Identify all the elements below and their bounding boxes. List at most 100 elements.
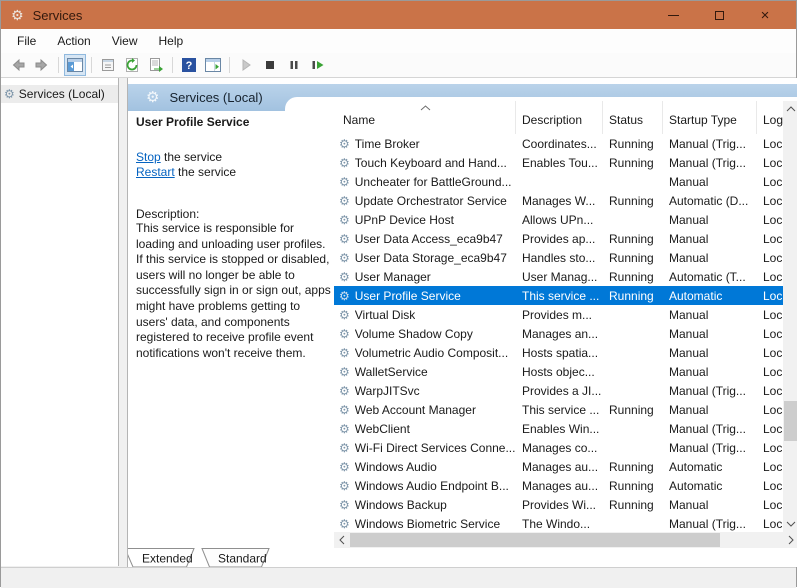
- description-text: This service is responsible for loading …: [136, 221, 331, 360]
- service-gear-icon: ⚙: [339, 212, 350, 227]
- service-action-links: Stop the service Restart the service: [136, 150, 336, 180]
- scroll-left-icon[interactable]: [334, 532, 350, 548]
- list-header-row: Name Description Status Startup Type Log: [334, 101, 783, 134]
- refresh-icon[interactable]: [121, 54, 143, 76]
- back-icon[interactable]: [7, 54, 29, 76]
- service-row[interactable]: ⚙ User Manager User Manag... Running Auto…: [334, 267, 783, 286]
- menu-file[interactable]: File: [9, 31, 44, 51]
- service-row[interactable]: ⚙ Windows Audio Endpoint B... Manages au.…: [334, 476, 783, 495]
- service-gear-icon: ⚙: [339, 155, 350, 170]
- window-title: Services: [32, 7, 83, 23]
- menu-bar: File Action View Help: [1, 29, 796, 53]
- service-row[interactable]: ⚙ WalletService Hosts objec... Manual Loc: [334, 362, 783, 381]
- stop-service-line: Stop the service: [136, 150, 336, 165]
- service-row[interactable]: ⚙ Time Broker Coordinates... Running Manu…: [334, 134, 783, 153]
- column-header-log-on-as[interactable]: Log: [757, 101, 783, 134]
- services-gear-icon: ⚙: [4, 87, 15, 101]
- service-gear-icon: ⚙: [339, 250, 350, 265]
- restart-link[interactable]: Restart: [136, 165, 175, 179]
- service-gear-icon: ⚙: [339, 364, 350, 379]
- service-row[interactable]: ⚙ Update Orchestrator Service Manages W..…: [334, 191, 783, 210]
- service-row[interactable]: ⚙ Touch Keyboard and Hand... Enables Tou.…: [334, 153, 783, 172]
- service-row[interactable]: ⚙ Windows Backup Provides Wi... Running M…: [334, 495, 783, 514]
- pause-service-icon[interactable]: [283, 54, 305, 76]
- export-list-icon[interactable]: [145, 54, 167, 76]
- service-gear-icon: ⚙: [339, 440, 350, 455]
- service-gear-icon: ⚙: [339, 478, 350, 493]
- scroll-down-icon[interactable]: [783, 516, 797, 532]
- minimize-button[interactable]: [650, 1, 696, 29]
- menu-action[interactable]: Action: [49, 31, 98, 51]
- service-gear-icon: ⚙: [339, 174, 350, 189]
- service-row[interactable]: ⚙ WebClient Enables Win... Manual (Trig..…: [334, 419, 783, 438]
- tab-standard-label[interactable]: Standard: [218, 552, 267, 566]
- extended-detail-panel: User Profile Service Stop the service Re…: [136, 111, 336, 361]
- service-row[interactable]: ⚙ Volume Shadow Copy Manages an... Manual…: [334, 324, 783, 343]
- pane-header-gear-icon: ⚙: [146, 89, 160, 106]
- service-row[interactable]: ⚙ Wi-Fi Direct Services Conne... Manages …: [334, 438, 783, 457]
- status-strip: [1, 567, 796, 588]
- service-gear-icon: ⚙: [339, 231, 350, 246]
- close-button[interactable]: ×: [742, 1, 788, 29]
- maximize-button[interactable]: [696, 1, 742, 29]
- service-gear-icon: ⚙: [339, 421, 350, 436]
- toolbar-separator: [58, 57, 59, 73]
- show-action-pane-icon[interactable]: [202, 54, 224, 76]
- column-header-description[interactable]: Description: [516, 101, 603, 134]
- service-row[interactable]: ⚙ Web Account Manager This service ... Ru…: [334, 400, 783, 419]
- toolbar: ?: [1, 53, 796, 78]
- service-row[interactable]: ⚙ UPnP Device Host Allows UPn... Manual L…: [334, 210, 783, 229]
- properties-icon[interactable]: [97, 54, 119, 76]
- view-tabs: Extended Standard: [128, 548, 270, 567]
- stop-link[interactable]: Stop: [136, 150, 161, 164]
- service-gear-icon: ⚙: [339, 383, 350, 398]
- service-gear-icon: ⚙: [339, 497, 350, 512]
- tab-extended-label[interactable]: Extended: [142, 552, 193, 566]
- service-row[interactable]: ⚙ Windows Biometric Service The Windo... …: [334, 514, 783, 533]
- forward-icon[interactable]: [31, 54, 53, 76]
- column-header-name[interactable]: Name: [334, 101, 516, 134]
- help-icon[interactable]: ?: [178, 54, 200, 76]
- services-window: ⚙ Services × File Action View Help ? ⚙ S…: [0, 0, 797, 588]
- column-header-startup-type[interactable]: Startup Type: [663, 101, 757, 134]
- pane-header-title: Services (Local): [169, 90, 263, 105]
- services-app-icon: ⚙: [11, 7, 24, 23]
- horizontal-scrollbar[interactable]: [334, 532, 797, 548]
- services-pane: ⚙ Services (Local) User Profile Service …: [127, 78, 797, 567]
- service-row[interactable]: ⚙ WarpJITSvc Provides a JI... Manual (Tri…: [334, 381, 783, 400]
- service-gear-icon: ⚙: [339, 459, 350, 474]
- service-row[interactable]: ⚙ Virtual Disk Provides m... Manual Loc: [334, 305, 783, 324]
- stop-service-icon[interactable]: [259, 54, 281, 76]
- start-service-icon[interactable]: [235, 54, 257, 76]
- restart-service-line: Restart the service: [136, 165, 336, 180]
- service-row[interactable]: ⚙ Windows Audio Manages au... Running Aut…: [334, 457, 783, 476]
- menu-help[interactable]: Help: [151, 31, 192, 51]
- stop-link-suffix: the service: [160, 150, 223, 164]
- services-list: Name Description Status Startup Type Log…: [334, 101, 783, 533]
- vertical-scrollbar[interactable]: [783, 101, 797, 532]
- column-header-status[interactable]: Status: [603, 101, 663, 134]
- horizontal-scroll-thumb[interactable]: [350, 533, 720, 547]
- restart-link-suffix: the service: [174, 165, 237, 179]
- scroll-up-icon[interactable]: [783, 101, 797, 117]
- toolbar-separator: [229, 57, 230, 73]
- scroll-right-icon[interactable]: [783, 532, 797, 548]
- restart-service-icon[interactable]: [307, 54, 329, 76]
- tree-item-services-local[interactable]: ⚙ Services (Local): [1, 85, 118, 103]
- service-row[interactable]: ⚙ User Profile Service This service ... R…: [334, 286, 783, 305]
- tree-item-label: Services (Local): [18, 87, 105, 101]
- service-row[interactable]: ⚙ Volumetric Audio Composit... Hosts spat…: [334, 343, 783, 362]
- svg-text:?: ?: [186, 60, 193, 72]
- show-console-tree-icon[interactable]: [64, 54, 86, 76]
- titlebar: ⚙ Services ×: [1, 1, 796, 29]
- service-row[interactable]: ⚙ Uncheater for BattleGround... Manual Lo…: [334, 172, 783, 191]
- service-row[interactable]: ⚙ User Data Access_eca9b47 Provides ap...…: [334, 229, 783, 248]
- service-gear-icon: ⚙: [339, 269, 350, 284]
- menu-view[interactable]: View: [104, 31, 146, 51]
- toolbar-separator: [91, 57, 92, 73]
- service-row[interactable]: ⚙ User Data Storage_eca9b47 Handles sto..…: [334, 248, 783, 267]
- vertical-scroll-thumb[interactable]: [784, 401, 797, 441]
- service-gear-icon: ⚙: [339, 516, 350, 531]
- window-controls: ×: [650, 1, 788, 29]
- sort-ascending-icon: [420, 105, 431, 111]
